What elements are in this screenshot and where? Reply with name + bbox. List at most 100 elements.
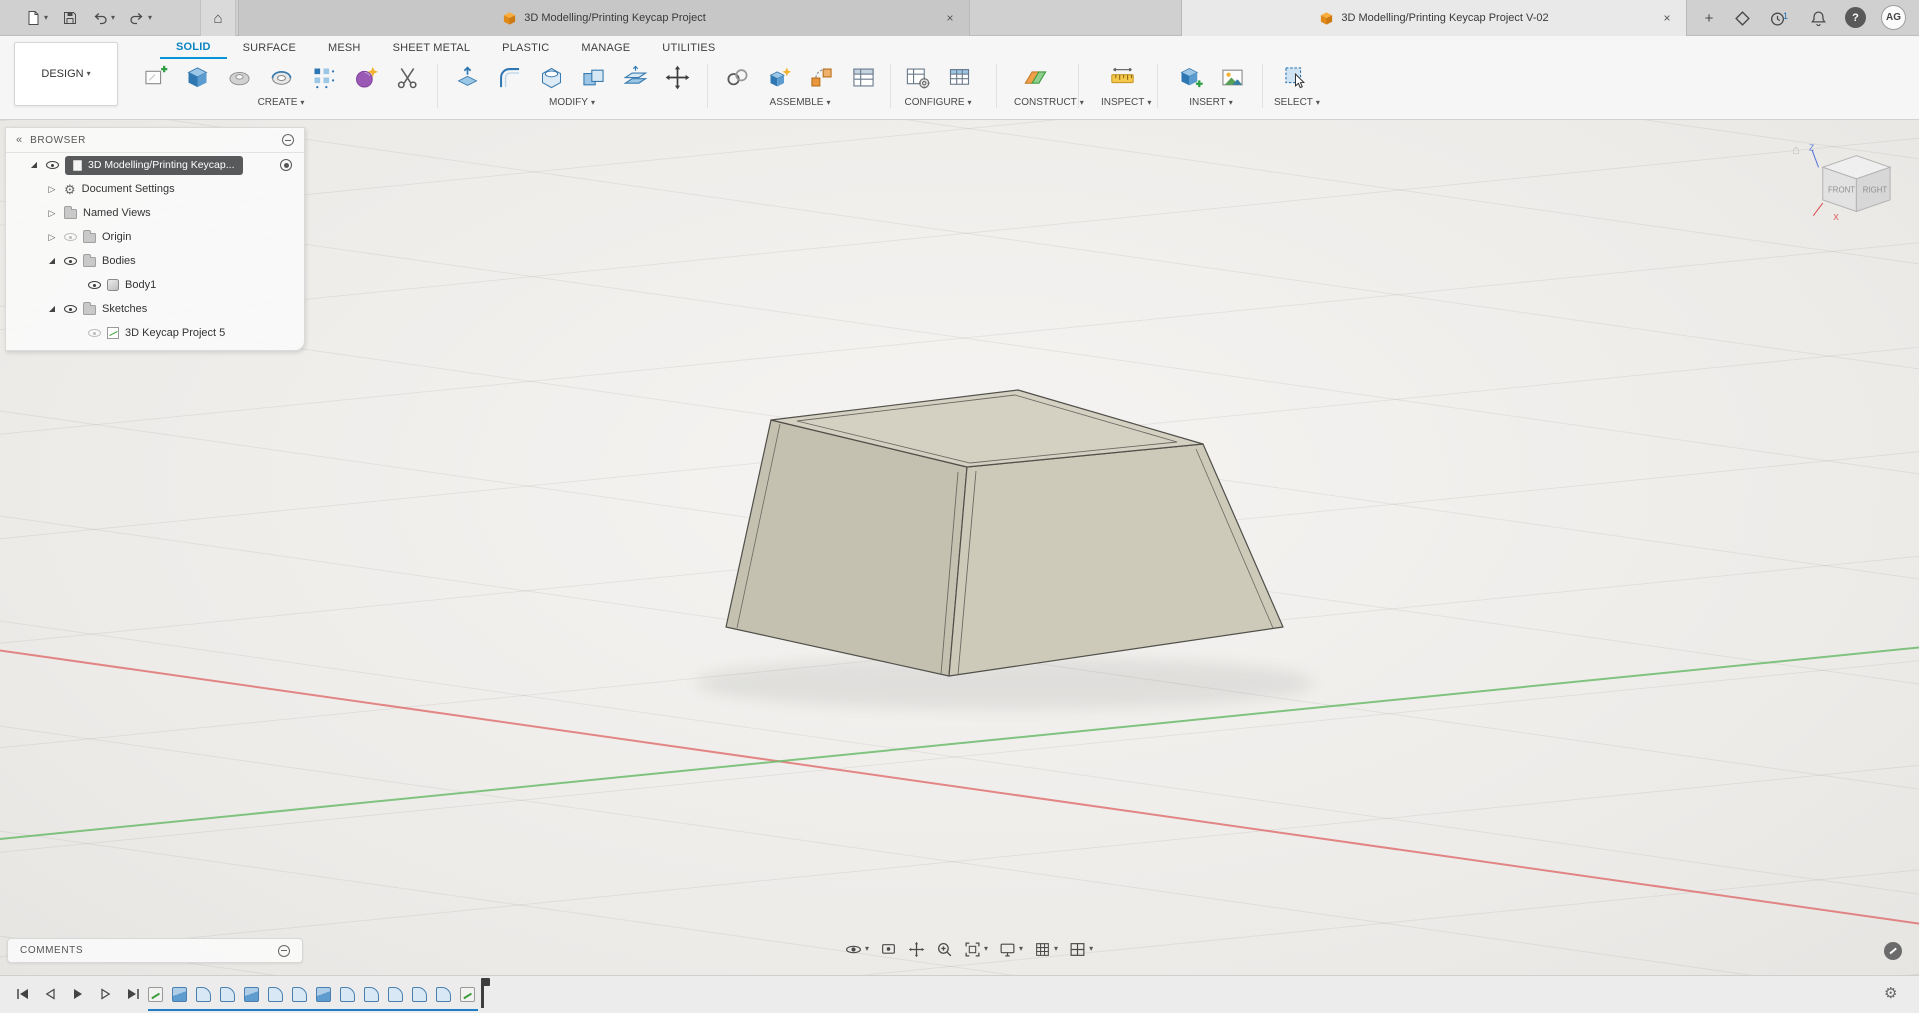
combine-button[interactable] (576, 60, 610, 94)
group-label-modify[interactable]: MODIFY (549, 97, 588, 108)
move-copy-button[interactable] (660, 60, 694, 94)
configuration-table-button[interactable] (900, 60, 934, 94)
user-avatar[interactable]: AG (1881, 5, 1906, 30)
bom-table-button[interactable] (846, 60, 880, 94)
activate-component-radio[interactable] (280, 159, 292, 171)
timeline-position-marker[interactable] (481, 979, 484, 1008)
tab-sheet-metal[interactable]: SHEET METAL (377, 36, 487, 59)
group-label-configure[interactable]: CONFIGURE (904, 97, 964, 108)
timeline-feature-fillet-icon[interactable] (340, 987, 355, 1002)
root-component-pill[interactable]: 3D Modelling/Printing Keycap... (65, 156, 243, 175)
orbit-button[interactable]: ▾ (842, 937, 872, 961)
settings-gear-icon[interactable]: ⚙ (1884, 984, 1897, 1002)
tab-plastic[interactable]: PLASTIC (486, 36, 565, 59)
timeline-feature-fillet-icon[interactable] (436, 987, 451, 1002)
home-view-icon[interactable]: ⌂ (1792, 142, 1800, 157)
visibility-eye-icon[interactable] (64, 257, 77, 265)
select-button[interactable] (1278, 60, 1312, 94)
view-cube[interactable]: ⌂ Z FRONT RIGHT X (1808, 142, 1908, 250)
viewports-button[interactable]: ▾ (1066, 937, 1096, 961)
new-tab-button[interactable]: + (1698, 7, 1720, 29)
extensions-button[interactable] (1730, 7, 1754, 29)
timeline-feature-extrude-icon[interactable] (244, 987, 259, 1002)
display-settings-button[interactable]: ▾ (996, 937, 1026, 961)
visibility-eye-off-icon[interactable] (88, 329, 101, 337)
tab-mesh[interactable]: MESH (312, 36, 377, 59)
collapse-triangle-icon[interactable]: ▷ (46, 209, 58, 218)
keycap-right-face[interactable] (949, 444, 1283, 676)
play-button[interactable] (68, 984, 88, 1004)
group-label-insert[interactable]: INSERT (1189, 97, 1226, 108)
fillet-button[interactable] (492, 60, 526, 94)
press-pull-button[interactable] (450, 60, 484, 94)
tab-manage[interactable]: MANAGE (565, 36, 646, 59)
close-tab-icon[interactable]: × (941, 9, 959, 27)
comments-panel[interactable]: COMMENTS (7, 938, 303, 963)
group-label-create[interactable]: CREATE (258, 97, 298, 108)
measure-button[interactable] (1105, 60, 1139, 94)
help-button[interactable]: ? (1845, 7, 1866, 28)
go-to-end-button[interactable] (124, 984, 144, 1004)
step-forward-button[interactable] (96, 984, 116, 1004)
timeline-feature-sketch-icon[interactable] (148, 987, 163, 1002)
split-body-button[interactable] (390, 60, 424, 94)
insert-canvas-button[interactable] (1215, 60, 1249, 94)
new-component-button[interactable] (762, 60, 796, 94)
fit-button[interactable]: ▾ (961, 937, 991, 961)
notifications-button[interactable] (1806, 7, 1830, 29)
insert-derive-button[interactable] (1173, 60, 1207, 94)
tab-surface[interactable]: SURFACE (227, 36, 312, 59)
pattern-button[interactable] (306, 60, 340, 94)
torus-button[interactable] (264, 60, 298, 94)
timeline-feature-fillet-icon[interactable] (388, 987, 403, 1002)
collapse-triangle-icon[interactable]: ▷ (46, 233, 58, 242)
configurations-button[interactable] (942, 60, 976, 94)
undo-button[interactable]: ▾ (87, 5, 120, 31)
browser-row-bodies[interactable]: ◢ Bodies (6, 249, 304, 273)
group-label-inspect[interactable]: INSPECT (1101, 97, 1144, 108)
extrude-button[interactable] (180, 60, 214, 94)
close-tab-icon[interactable]: × (1658, 9, 1676, 27)
timeline-feature-fillet-icon[interactable] (292, 987, 307, 1002)
feedback-bubble-icon[interactable] (1884, 942, 1902, 960)
browser-row-body1[interactable]: Body1 (6, 273, 304, 297)
create-sketch-button[interactable] (138, 60, 172, 94)
zoom-button[interactable] (933, 937, 956, 961)
browser-root-row[interactable]: ◢ 3D Modelling/Printing Keycap... (6, 153, 304, 177)
doc-tab-keycap-project-v02[interactable]: 3D Modelling/Printing Keycap Project V-0… (1181, 0, 1687, 36)
timeline-feature-extrude-icon[interactable] (172, 987, 187, 1002)
construction-plane-button[interactable] (1018, 60, 1052, 94)
timeline-feature-fillet-icon[interactable] (364, 987, 379, 1002)
tab-utilities[interactable]: UTILITIES (646, 36, 731, 59)
go-to-start-button[interactable] (12, 984, 32, 1004)
browser-row-origin[interactable]: ▷ Origin (6, 225, 304, 249)
group-label-assemble[interactable]: ASSEMBLE (770, 97, 824, 108)
timeline-feature-fillet-icon[interactable] (196, 987, 211, 1002)
visibility-eye-icon[interactable] (64, 305, 77, 313)
pan-button[interactable] (905, 937, 928, 961)
workspace-selector[interactable]: DESIGN ▾ (14, 42, 118, 106)
minimize-panel-icon[interactable] (278, 945, 290, 957)
revolve-button[interactable] (222, 60, 256, 94)
save-button[interactable] (57, 5, 83, 31)
timeline-feature-extrude-icon[interactable] (316, 987, 331, 1002)
group-label-select[interactable]: SELECT (1274, 97, 1313, 108)
visibility-eye-off-icon[interactable] (64, 233, 77, 241)
job-status-button[interactable]: 1 (1765, 7, 1789, 29)
visibility-eye-icon[interactable] (88, 281, 101, 289)
browser-row-sketches[interactable]: ◢ Sketches (6, 297, 304, 321)
browser-row-keycap-sketch[interactable]: 3D Keycap Project 5 (6, 321, 304, 345)
offset-face-button[interactable] (618, 60, 652, 94)
collapse-triangle-icon[interactable]: ▷ (46, 185, 58, 194)
timeline-feature-fillet-icon[interactable] (412, 987, 427, 1002)
app-grid-button[interactable] (6, 5, 16, 31)
redo-button[interactable]: ▾ (124, 5, 157, 31)
collapse-panel-icon[interactable]: « (16, 134, 22, 146)
browser-row-document-settings[interactable]: ▷ ⚙ Document Settings (6, 177, 304, 201)
timeline-feature-sketch-icon[interactable] (460, 987, 475, 1002)
create-form-button[interactable] (348, 60, 382, 94)
timeline-feature-fillet-icon[interactable] (220, 987, 235, 1002)
expand-triangle-icon[interactable]: ◢ (46, 257, 58, 265)
expand-triangle-icon[interactable]: ◢ (28, 161, 40, 169)
visibility-eye-icon[interactable] (46, 161, 59, 169)
